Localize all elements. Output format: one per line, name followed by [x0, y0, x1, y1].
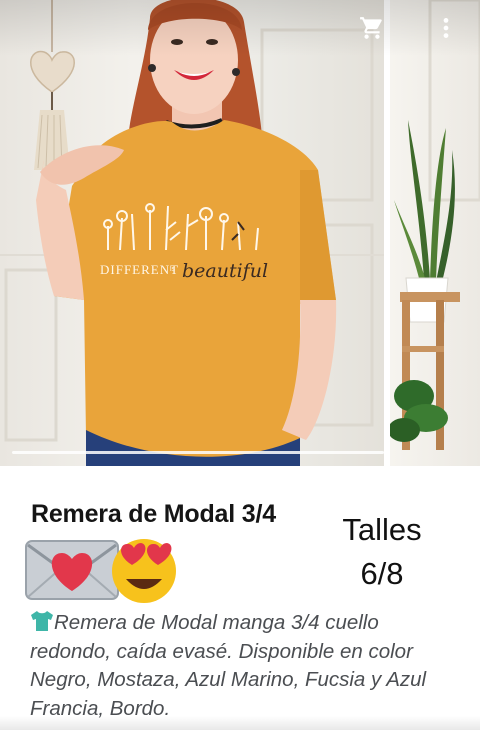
- next-product-photo[interactable]: [390, 0, 480, 466]
- t-shirt-emoji: [31, 611, 53, 631]
- product-photo[interactable]: DIFFERENT is beautiful: [0, 0, 384, 466]
- shopping-cart-icon: [360, 17, 382, 39]
- sizes-value: 6/8: [360, 556, 404, 591]
- shirt-print-script: beautiful: [182, 260, 269, 282]
- bottom-fade: [0, 716, 480, 730]
- emoji-row: [24, 535, 184, 605]
- more-vertical-icon: [443, 18, 449, 38]
- sizes-info: Talles 6/8: [322, 508, 442, 596]
- product-title: Remera de Modal 3/4: [31, 500, 276, 528]
- shirt-print-line1: DIFFERENT: [100, 262, 180, 277]
- shirt-print-text: DIFFERENT is beautiful: [100, 258, 290, 298]
- carousel-progress-bar: [12, 451, 384, 454]
- love-letter-emoji: [25, 540, 119, 600]
- shirt-print-small: is: [170, 266, 176, 273]
- more-options-button[interactable]: [428, 10, 464, 46]
- heart-eyes-emoji: [112, 539, 176, 603]
- product-description: Remera de Modal manga 3/4 cuello redondo…: [30, 611, 427, 720]
- sizes-label: Talles: [342, 512, 422, 547]
- product-description-block: Remera de Modal manga 3/4 cuello redondo…: [30, 609, 450, 723]
- shopping-cart-button[interactable]: [354, 10, 390, 46]
- product-image-carousel[interactable]: DIFFERENT is beautiful: [0, 0, 480, 466]
- app-bar: [0, 0, 480, 56]
- model-wearing-shirt-illustration: [0, 0, 384, 466]
- plant-photo-illustration: [390, 0, 480, 450]
